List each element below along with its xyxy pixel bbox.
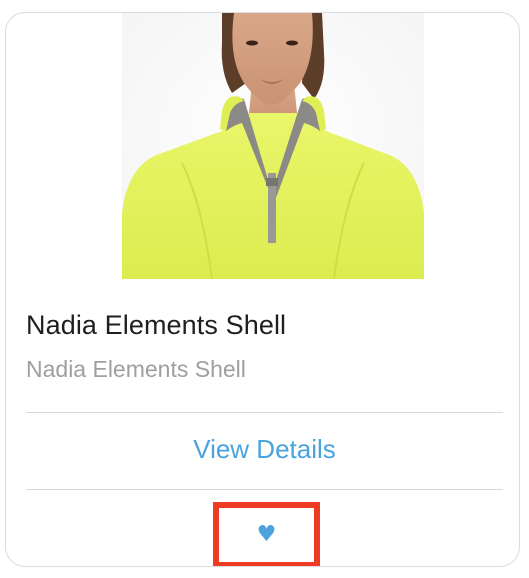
product-title[interactable]: Nadia Elements Shell xyxy=(26,310,286,341)
wishlist-highlight: ♥ xyxy=(213,502,320,566)
product-card: Nadia Elements Shell Nadia Elements Shel… xyxy=(5,12,520,567)
product-photo xyxy=(122,13,424,279)
heart-icon[interactable]: ♥ xyxy=(257,524,277,546)
product-subtitle: Nadia Elements Shell xyxy=(26,356,246,382)
divider xyxy=(26,489,503,490)
view-details-link[interactable]: View Details xyxy=(26,431,503,467)
divider xyxy=(26,412,503,413)
product-image[interactable] xyxy=(122,13,424,279)
